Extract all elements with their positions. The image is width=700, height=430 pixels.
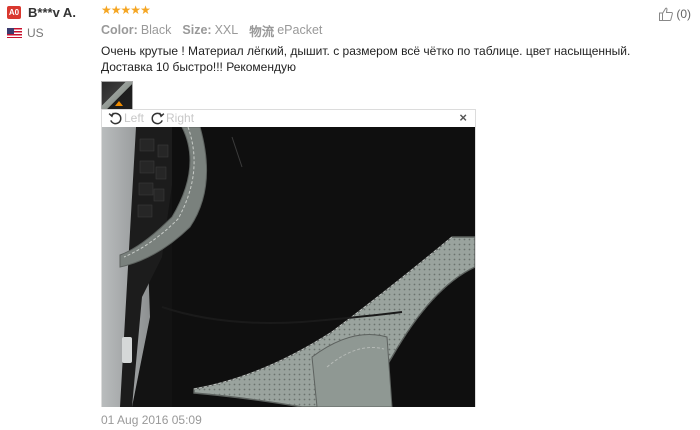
attr-label-size: Size: <box>182 23 212 37</box>
star-icon: ★ <box>110 3 122 17</box>
rotate-right-button[interactable]: Right <box>150 111 194 126</box>
buyer-level-badge: A0 <box>7 5 21 19</box>
rotate-right-label: Right <box>166 111 195 125</box>
buyer-country-row: US <box>7 26 97 40</box>
review-text: Очень крутые ! Материал лёгкий, дышит. с… <box>101 43 691 75</box>
star-icon: ★ <box>140 3 151 17</box>
thumbnail-selected-indicator <box>115 101 123 106</box>
buyer-country: US <box>27 26 44 40</box>
attr-label-color: Color: <box>101 23 138 37</box>
attr-value-shipping: ePacket <box>277 23 323 37</box>
viewer-toolbar: Left Right × <box>102 110 475 126</box>
buyer-name: B***v A. <box>28 4 76 20</box>
close-viewer-button[interactable]: × <box>459 110 467 126</box>
like-button[interactable]: (0) <box>658 6 691 22</box>
review-date: 01 Aug 2016 05:09 <box>101 413 202 427</box>
star-rating: ★ ★ ★ ★ ★ <box>101 4 691 16</box>
order-attributes: Color: Black Size: XXL 物流 ePacket <box>101 22 691 39</box>
rotate-left-button[interactable]: Left <box>108 111 144 126</box>
review-photo <box>102 127 475 407</box>
star-icon: ★ <box>130 3 141 17</box>
star-icon: ★ <box>120 3 132 17</box>
rotate-right-icon <box>151 112 165 124</box>
attr-value-size: XXL <box>214 23 239 37</box>
photo-viewer: Left Right × <box>101 109 476 407</box>
star-icon: ★ <box>101 3 112 17</box>
buyer-info: A0 B***v A. US <box>7 4 97 40</box>
attr-value-color: Black <box>140 23 172 37</box>
review-photo-thumbnail[interactable] <box>101 81 133 111</box>
review-text-line: Доставка 10 быстро!!! Рекомендую <box>101 60 296 74</box>
like-count: (0) <box>676 7 691 21</box>
buyer-name-row: A0 B***v A. <box>7 4 97 20</box>
product-photo-image <box>102 127 475 407</box>
attr-label-shipping: 物流 <box>249 24 275 39</box>
rotate-left-label: Left <box>124 111 145 125</box>
us-flag-icon <box>7 28 22 38</box>
rotate-left-icon <box>108 112 122 124</box>
review-text-line: Очень крутые ! Материал лёгкий, дышит. с… <box>101 44 631 58</box>
thumbs-up-icon <box>659 7 674 22</box>
